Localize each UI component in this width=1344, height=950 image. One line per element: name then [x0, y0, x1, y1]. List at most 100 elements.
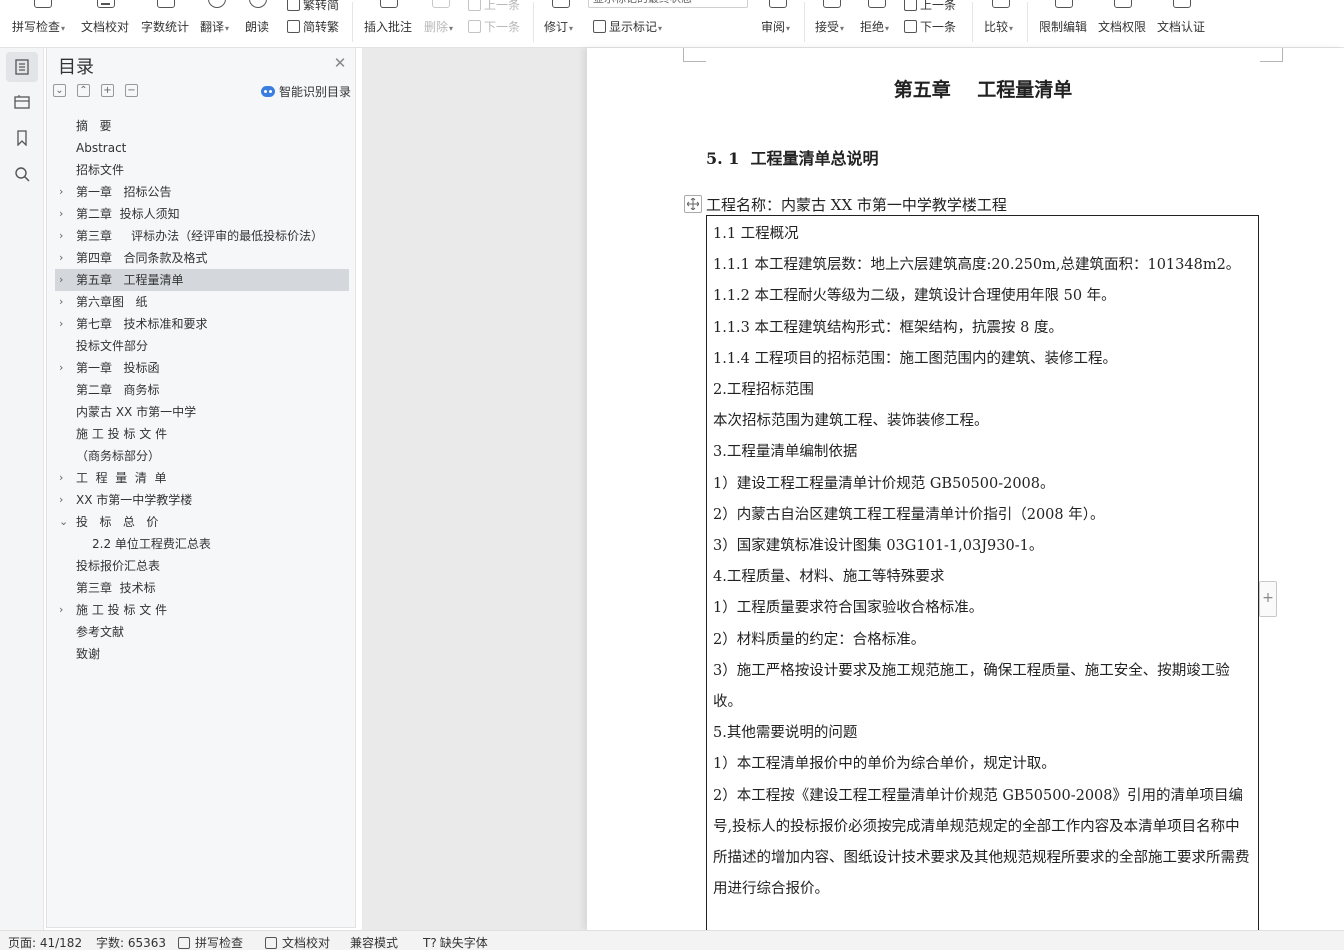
toc-item[interactable]: › 工 程 量 清 单 — [55, 467, 349, 489]
description-table[interactable]: 1.1 工程概况 1.1.1 本工程建筑层数：地上六层建筑高度:20.250m,总… — [706, 215, 1259, 935]
chevron-right-icon[interactable]: › — [59, 247, 69, 269]
document-paragraph: 1）本工程清单报价中的单价为综合单价，规定计取。 — [713, 756, 1056, 773]
move-icon — [687, 198, 699, 210]
toc-item[interactable]: 投标文件部分 — [55, 335, 349, 357]
accept-icon — [823, 0, 841, 8]
document-paragraph: 1.1 工程概况 — [713, 226, 799, 242]
compare-button[interactable]: 比较▾ — [984, 0, 1018, 46]
restrict-editing-button[interactable]: 限制编辑 — [1039, 0, 1089, 46]
expand-all-button[interactable]: ⌃ — [77, 84, 90, 97]
compat-mode-status[interactable]: 兼容模式 — [350, 934, 398, 950]
bookmark-icon — [17, 130, 27, 146]
navigation-icon-strip — [0, 48, 44, 930]
toc-item[interactable]: 第二章 商务标 — [55, 379, 349, 401]
remove-heading-button[interactable]: − — [125, 84, 138, 97]
toc-item[interactable]: ⌄ 投 标 总 价 — [55, 511, 349, 533]
toc-item[interactable]: › 第四章 合同条款及格式 — [55, 247, 349, 269]
toc-item[interactable]: 摘 要 — [55, 115, 349, 137]
document-certification-button[interactable]: 文档认证 — [1157, 0, 1207, 46]
toc-item-label: 第二章 商务标 — [76, 383, 160, 397]
chapter-view-button[interactable] — [6, 87, 38, 117]
chevron-right-icon[interactable]: › — [59, 467, 69, 489]
word-count-button[interactable]: 字数统计 — [141, 0, 191, 46]
toc-title: 目录 — [58, 57, 94, 78]
toc-item-label: 致谢 — [76, 647, 101, 661]
toc-item[interactable]: › 第一章 投标函 — [55, 357, 349, 379]
toc-icon — [15, 59, 29, 75]
toc-item[interactable]: › 第一章 招标公告 — [55, 181, 349, 203]
next-change-button[interactable]: 下一条 — [904, 0, 964, 46]
chevron-right-icon[interactable]: › — [59, 203, 69, 225]
toc-item[interactable]: 2.2 单位工程费汇总表 — [55, 533, 349, 555]
chevron-right-icon[interactable]: › — [59, 357, 69, 379]
toc-item[interactable]: Abstract — [55, 137, 349, 159]
review-button[interactable]: 审阅▾ — [761, 0, 795, 46]
proofread-status[interactable]: 文档校对 — [265, 934, 330, 950]
toc-item[interactable]: › XX 市第一中学教学楼 — [55, 489, 349, 511]
toc-item[interactable]: 第三章 技术标 — [55, 577, 349, 599]
show-markup-button[interactable]: 显示标记▾ — [593, 0, 673, 46]
toc-item-label: 第五章 工程量清单 — [76, 273, 184, 287]
track-changes-button[interactable]: 修订▾ — [544, 0, 578, 46]
toc-item[interactable]: › 第七章 技术标准和要求 — [55, 313, 349, 335]
document-area: 第五章 工程量清单 5. 1 工程量清单总说明 工程名称：内蒙古 XX 市第一中… — [362, 48, 1344, 935]
delete-comment-button[interactable]: 删除▾ — [424, 0, 458, 46]
toc-item[interactable]: 投标报价汇总表 — [55, 555, 349, 577]
toc-item-label: 招标文件 — [76, 163, 125, 177]
add-column-button[interactable]: + — [1259, 581, 1277, 617]
page-corner-mark — [1260, 48, 1283, 62]
toc-item[interactable]: › 第三章 评标办法（经评审的最低投标价法） — [55, 225, 349, 247]
document-permission-button[interactable]: 文档权限 — [1098, 0, 1148, 46]
chevron-right-icon[interactable]: › — [59, 599, 69, 621]
accept-button[interactable]: 接受▾ — [815, 0, 849, 46]
table-move-handle[interactable] — [684, 195, 702, 213]
proofread-button[interactable]: 文档校对 — [81, 0, 131, 46]
certification-icon — [1173, 0, 1191, 8]
chevron-right-icon[interactable]: › — [59, 489, 69, 511]
next-comment-button[interactable]: 下一条 — [468, 0, 528, 46]
chevron-right-icon[interactable]: › — [59, 269, 69, 291]
toc-item[interactable]: › 第二章 投标人须知 — [55, 203, 349, 225]
document-paragraph: 2.工程招标范围 — [713, 382, 814, 399]
spell-check-status[interactable]: 拼写检查 — [178, 934, 243, 950]
document-paragraph: 3.工程量清单编制依据 — [713, 444, 858, 461]
page-indicator[interactable]: 页面: 41/182 — [8, 934, 82, 950]
toc-item[interactable]: 内蒙古 XX 市第一中学 — [55, 401, 349, 423]
missing-font-status[interactable]: T? 缺失字体 — [423, 934, 488, 950]
toc-item[interactable]: › 第五章 工程量清单 — [55, 269, 349, 291]
section-title: 5. 1 工程量清单总说明 — [706, 149, 879, 168]
spell-check-button[interactable]: 拼写检查▾ — [12, 0, 74, 46]
chevron-right-icon[interactable]: › — [59, 313, 69, 335]
toc-item-label: （商务标部分） — [76, 449, 161, 463]
add-heading-button[interactable]: + — [101, 84, 114, 97]
word-count[interactable]: 字数: 65363 — [96, 934, 166, 950]
toc-item[interactable]: 参考文献 — [55, 621, 349, 643]
toc-item[interactable]: › 施 工 投 标 文 件 — [55, 599, 349, 621]
toc-item[interactable]: 致谢 — [55, 643, 349, 665]
smart-toc-button[interactable]: 智能识别目录 — [261, 83, 351, 100]
reject-button[interactable]: 拒绝▾ — [860, 0, 894, 46]
permission-icon — [1114, 0, 1132, 8]
toc-item[interactable]: › 第六章图 纸 — [55, 291, 349, 313]
translate-button[interactable]: 翻译▾ — [200, 0, 234, 46]
collapse-all-button[interactable]: ⌄ — [53, 84, 66, 97]
chevron-down-icon[interactable]: ⌄ — [59, 511, 69, 533]
toc-view-button[interactable] — [6, 52, 38, 82]
chevron-right-icon[interactable]: › — [59, 291, 69, 313]
bookmark-view-button[interactable] — [6, 123, 38, 153]
search-button[interactable] — [6, 159, 38, 189]
toc-item[interactable]: 施 工 投 标 文 件 — [55, 423, 349, 445]
chevron-right-icon[interactable]: › — [59, 225, 69, 247]
simplified-to-traditional-button[interactable]: 简转繁 — [287, 0, 347, 46]
translate-icon — [208, 0, 226, 8]
toc-item-label: 投标文件部分 — [76, 339, 149, 353]
insert-comment-button[interactable]: 插入批注 — [364, 0, 414, 46]
chevron-right-icon[interactable]: › — [59, 181, 69, 203]
toc-item[interactable]: 招标文件 — [55, 159, 349, 181]
document-paragraph: 1）建设工程工程量清单计价规范 GB50500-2008。 — [713, 475, 1055, 492]
checkbox-icon — [178, 937, 190, 949]
close-icon[interactable]: ✕ — [333, 56, 347, 71]
chapter-title: 第五章 工程量清单 — [893, 79, 1073, 101]
read-aloud-button[interactable]: 朗读 — [245, 0, 271, 46]
toc-item[interactable]: （商务标部分） — [55, 445, 349, 467]
